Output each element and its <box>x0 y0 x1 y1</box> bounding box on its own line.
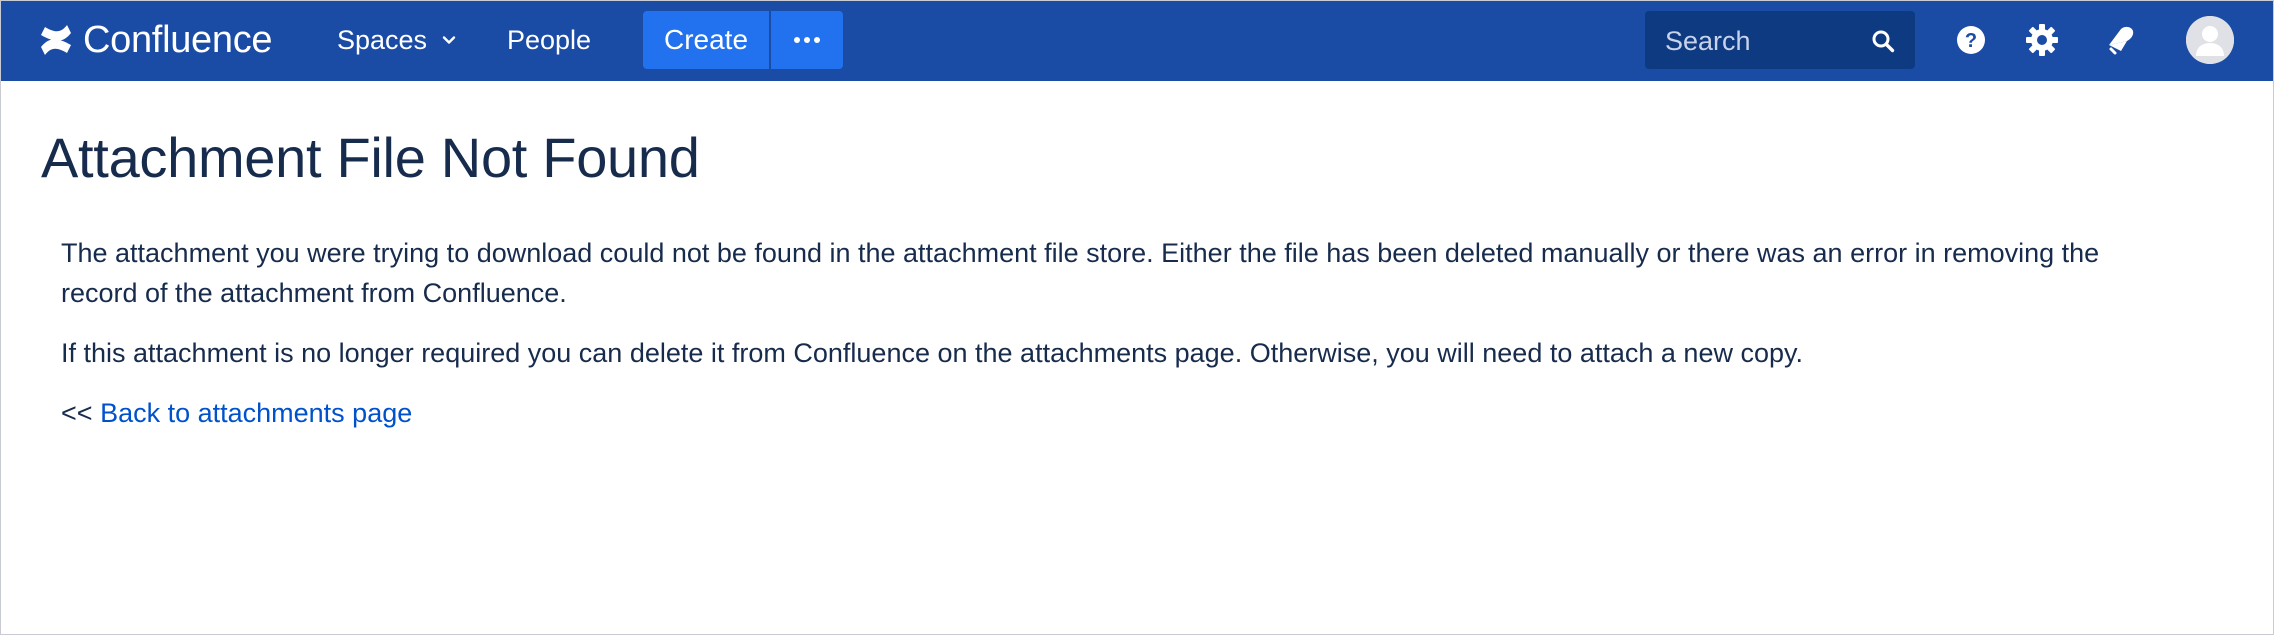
create-button[interactable]: Create <box>643 11 769 69</box>
people-label: People <box>507 24 592 55</box>
more-icon <box>794 37 820 43</box>
search-input[interactable] <box>1645 11 1877 71</box>
search-box[interactable] <box>1645 11 1915 71</box>
svg-text:?: ? <box>1965 30 1977 52</box>
help-icon[interactable]: ? <box>1952 21 1990 59</box>
back-navigation: << Back to attachments page <box>61 393 2141 433</box>
more-create-options-button[interactable] <box>771 11 843 69</box>
user-avatar-icon <box>2186 16 2234 64</box>
page-title: Attachment File Not Found <box>41 126 700 189</box>
spaces-menu[interactable]: Spaces <box>337 19 457 61</box>
page-frame: Confluence Spaces People Create Search ?… <box>0 0 2274 635</box>
back-to-attachments-link[interactable]: Back to attachments page <box>100 398 412 428</box>
confluence-logo[interactable]: Confluence <box>39 15 273 65</box>
spaces-label: Spaces <box>337 24 428 55</box>
app-name: Confluence <box>83 18 273 61</box>
error-instructions: If this attachment is no longer required… <box>61 338 1803 368</box>
back-prefix: << <box>61 398 93 428</box>
chevron-down-icon <box>442 36 456 44</box>
gear-icon[interactable] <box>2023 21 2061 59</box>
confluence-logo-icon <box>41 25 71 55</box>
create-label: Create <box>663 24 749 55</box>
people-link[interactable]: People <box>507 19 591 61</box>
error-description: The attachment you were trying to downlo… <box>61 238 2100 308</box>
avatar[interactable] <box>2186 16 2234 64</box>
top-navigation-bar: Confluence Spaces People Create Search ? <box>1 1 2273 81</box>
search-icon[interactable] <box>1871 29 1895 53</box>
error-message-body: The attachment you were trying to downlo… <box>61 233 2141 453</box>
notifications-icon[interactable] <box>2101 21 2139 59</box>
